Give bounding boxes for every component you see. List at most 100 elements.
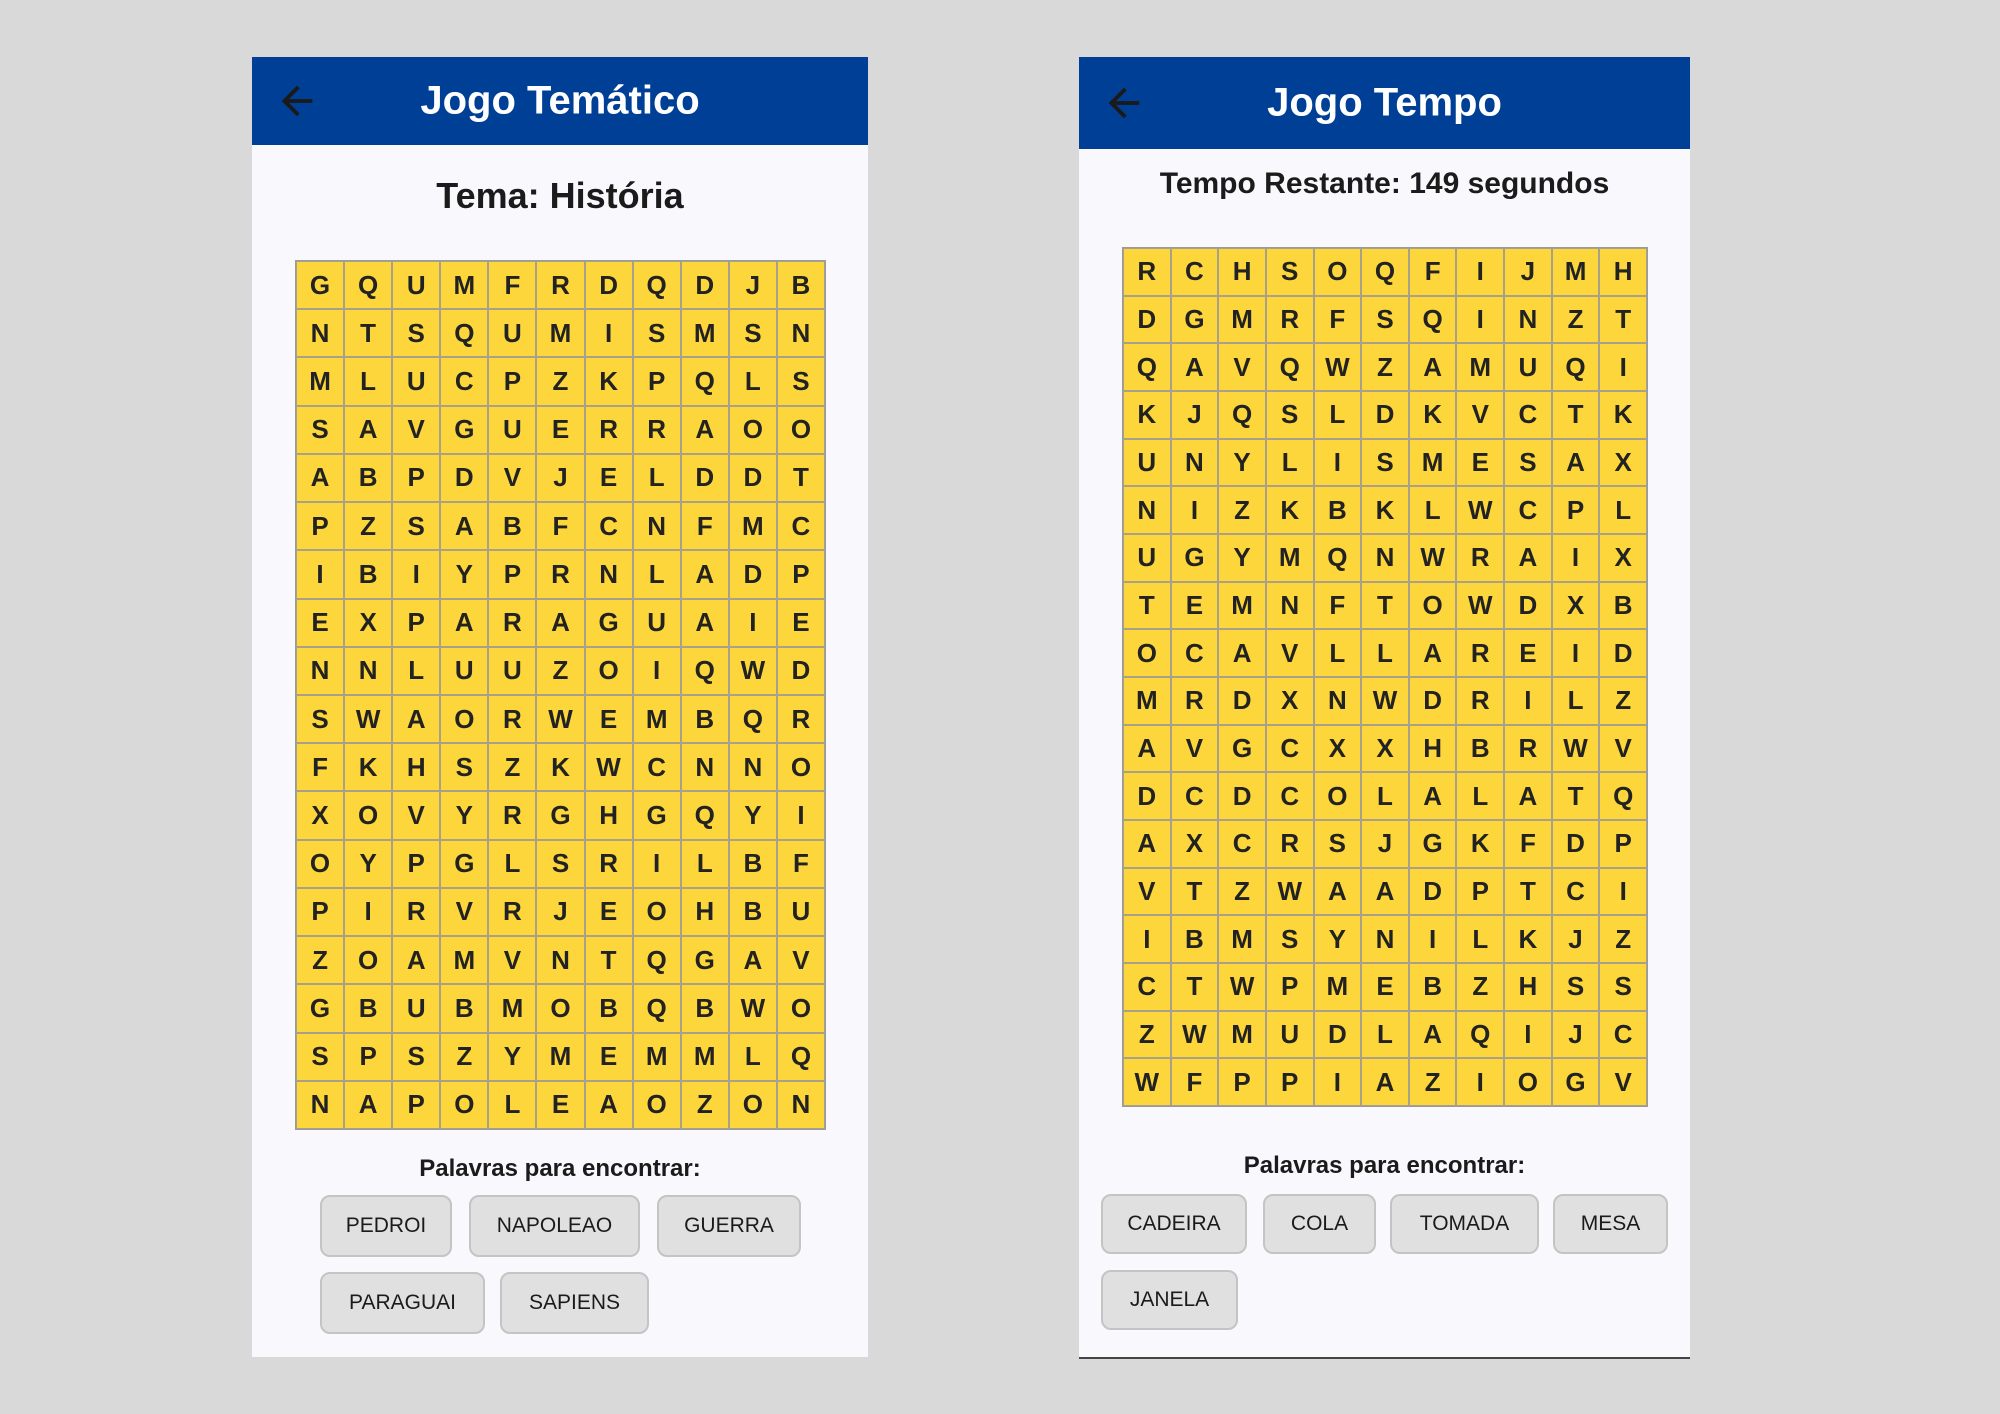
letter-cell[interactable]: O [728,405,777,454]
letter-cell[interactable]: U [632,598,681,647]
letter-cell[interactable]: A [1218,629,1266,677]
letter-cell[interactable]: I [1504,1010,1552,1059]
letter-cell[interactable]: W [728,646,777,695]
letter-cell[interactable]: M [728,502,777,551]
letter-cell[interactable]: Z [1599,677,1647,725]
letter-cell[interactable]: N [1265,581,1314,630]
letter-cell[interactable]: A [392,936,441,985]
letter-cell[interactable]: L [344,357,393,406]
letter-cell[interactable]: C [1504,391,1552,439]
letter-cell[interactable]: V [488,453,537,503]
letter-cell[interactable]: W [1456,486,1505,534]
letter-cell[interactable]: F [1170,1058,1219,1106]
letter-cell[interactable]: S [1551,963,1600,1011]
letter-cell[interactable]: V [1123,867,1171,916]
letter-cell[interactable]: G [536,791,585,840]
letter-cell[interactable]: P [1456,867,1505,916]
letter-cell[interactable]: E [584,1032,633,1081]
letter-cell[interactable]: A [1504,534,1552,582]
letter-cell[interactable]: V [392,405,441,454]
letter-cell[interactable]: N [584,550,633,599]
letter-cell[interactable]: M [632,694,681,744]
letter-cell[interactable]: Z [1218,486,1266,534]
letter-cell[interactable]: N [296,1080,345,1129]
letter-cell[interactable]: G [296,984,345,1033]
letter-cell[interactable]: S [296,405,345,454]
letter-cell[interactable]: X [1599,438,1647,487]
letter-cell[interactable]: G [1218,724,1266,773]
letter-cell[interactable]: C [1551,867,1600,916]
letter-cell[interactable]: O [1313,248,1362,296]
letter-cell[interactable]: V [776,936,825,985]
letter-cell[interactable]: H [1408,724,1457,773]
letter-cell[interactable]: B [344,453,393,503]
letter-cell[interactable]: F [296,743,345,792]
letter-cell[interactable]: W [1123,1058,1171,1106]
letter-cell[interactable]: L [1456,772,1505,820]
letter-cell[interactable]: W [728,984,777,1033]
letter-cell[interactable]: L [632,453,681,503]
letter-cell[interactable]: R [536,261,585,310]
letter-cell[interactable]: Z [1218,867,1266,916]
letter-cell[interactable]: A [1408,772,1457,820]
letter-cell[interactable]: Z [488,743,537,792]
letter-cell[interactable]: O [296,839,345,888]
letter-cell[interactable]: J [728,261,777,310]
letter-cell[interactable]: C [1170,248,1219,296]
letter-cell[interactable]: W [344,694,393,744]
letter-cell[interactable]: E [536,405,585,454]
letter-cell[interactable]: E [584,453,633,503]
letter-cell[interactable]: R [1456,629,1505,677]
letter-cell[interactable]: N [296,309,345,358]
letter-cell[interactable]: M [440,261,489,310]
letter-cell[interactable]: N [776,1080,825,1129]
letter-cell[interactable]: Y [728,791,777,840]
letter-cell[interactable]: O [728,1080,777,1129]
letter-cell[interactable]: D [1123,295,1171,344]
letter-cell[interactable]: O [344,936,393,985]
letter-cell[interactable]: T [1504,867,1552,916]
letter-cell[interactable]: R [488,598,537,647]
letter-cell[interactable]: H [1504,963,1552,1011]
letter-cell[interactable]: O [536,984,585,1033]
letter-cell[interactable]: I [392,550,441,599]
letter-cell[interactable]: C [1504,486,1552,534]
letter-cell[interactable]: C [584,502,633,551]
letter-cell[interactable]: L [1361,1010,1409,1059]
letter-cell[interactable]: O [584,646,633,695]
letter-cell[interactable]: J [1170,391,1219,439]
letter-cell[interactable]: B [488,502,537,551]
letter-cell[interactable]: U [488,405,537,454]
letter-cell[interactable]: F [680,502,729,551]
letter-cell[interactable]: A [1313,867,1362,916]
letter-cell[interactable]: U [392,984,441,1033]
letter-cell[interactable]: B [728,887,777,937]
letter-cell[interactable]: A [680,405,729,454]
letter-cell[interactable]: H [1599,248,1647,296]
letter-cell[interactable]: C [1265,724,1314,773]
letter-cell[interactable]: B [680,984,729,1033]
letter-cell[interactable]: E [1361,963,1409,1011]
letter-cell[interactable]: Q [680,791,729,840]
letter-cell[interactable]: L [1313,629,1362,677]
letter-cell[interactable]: I [1408,915,1457,963]
letter-cell[interactable]: Q [1551,343,1600,391]
letter-cell[interactable]: P [392,598,441,647]
letter-cell[interactable]: Y [1313,915,1362,963]
letter-cell[interactable]: R [488,887,537,937]
letter-cell[interactable]: R [632,405,681,454]
letter-cell[interactable]: D [680,453,729,503]
letter-cell[interactable]: U [488,646,537,695]
letter-cell[interactable]: A [1170,343,1219,391]
letter-cell[interactable]: T [1551,391,1600,439]
letter-cell[interactable]: A [680,598,729,647]
letter-cell[interactable]: G [296,261,345,310]
letter-cell[interactable]: L [1408,486,1457,534]
letter-cell[interactable]: E [584,887,633,937]
letter-cell[interactable]: P [488,357,537,406]
letter-cell[interactable]: A [584,1080,633,1129]
letter-cell[interactable]: A [1361,1058,1409,1106]
letter-cell[interactable]: W [536,694,585,744]
letter-cell[interactable]: L [488,1080,537,1129]
letter-cell[interactable]: W [1170,1010,1219,1059]
